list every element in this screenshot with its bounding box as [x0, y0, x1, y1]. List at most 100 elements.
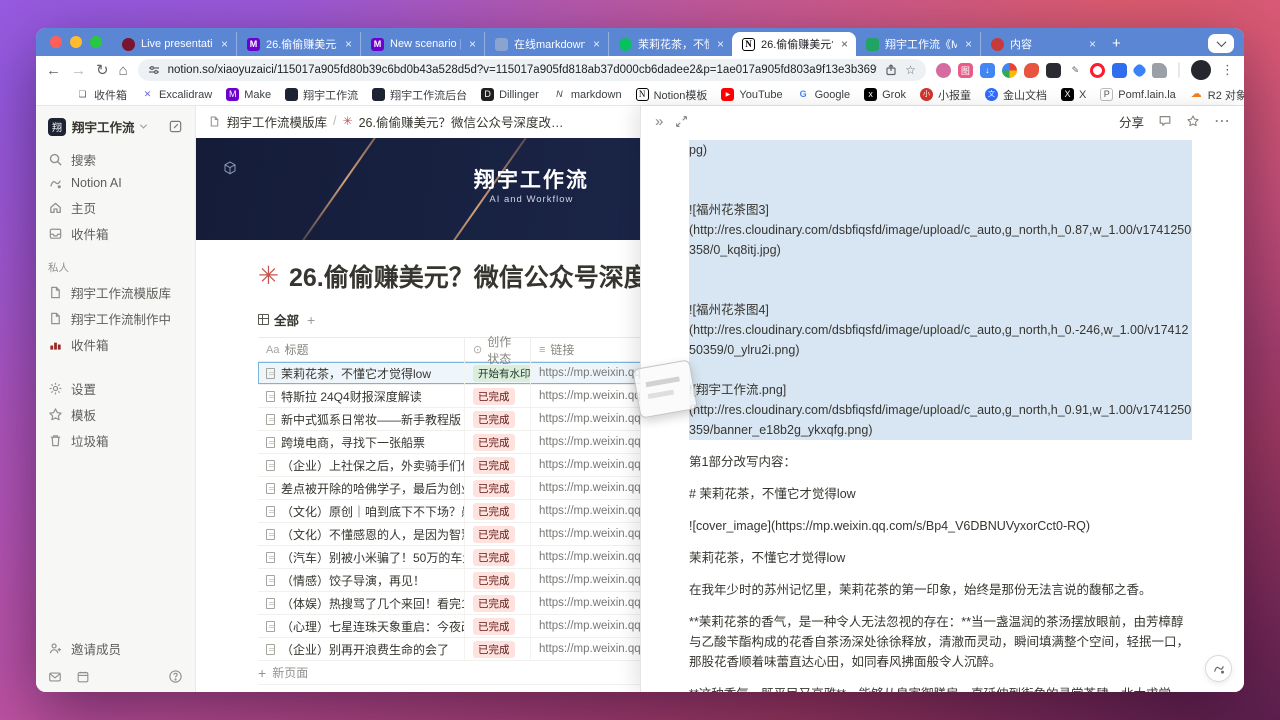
tab-close-icon[interactable]: × [963, 38, 974, 50]
bookmark-kdocs[interactable]: 文金山文档 [985, 87, 1047, 103]
text-block[interactable]: ![福州花茶图4] (http://res.cloudinary.com/dsb… [689, 300, 1192, 360]
notion-ai-button[interactable] [1205, 655, 1232, 682]
sidebar-item-inbox-db[interactable]: 收件箱 [44, 331, 187, 357]
bookmark-make[interactable]: MMake [226, 88, 271, 101]
back-button[interactable]: ← [46, 63, 61, 78]
text-block[interactable]: ![翔宇工作流.png] (http://res.cloudinary.com/… [689, 380, 1192, 440]
bookmark-notion-template[interactable]: NNotion模板 [636, 87, 708, 103]
tab-markdown-editor[interactable]: 在线markdown编辑器_… × [484, 32, 608, 56]
home-button[interactable]: ⌂ [119, 63, 128, 78]
dark-extension-icon[interactable] [1046, 63, 1061, 78]
bookmark-inbox[interactable]: ❏收件箱 [76, 87, 127, 103]
breadcrumb-current[interactable]: 26.偷偷赚美元？微信公众号深度改… [359, 112, 564, 131]
text-block[interactable]: **这种香气，既平民又高雅**，能够从皇家御膳房一直延伸到街角的寻常茶肆。北大求… [689, 684, 1192, 692]
view-tab-all[interactable]: 全部 [258, 310, 299, 329]
column-header-status[interactable]: ⊙创作状态 [465, 338, 531, 361]
text-block[interactable]: # 茉莉花茶，不懂它才觉得low [689, 484, 1192, 504]
tab-close-icon[interactable]: × [343, 38, 354, 50]
sidebar-item-template-library[interactable]: 翔宇工作流模版库 [44, 279, 187, 305]
download-extension-icon[interactable]: ↓ [980, 63, 995, 78]
mail-icon[interactable] [48, 670, 62, 684]
tab-make-new-scenario[interactable]: M New scenario | Make × [360, 32, 484, 56]
column-header-title[interactable]: Aa标题 [258, 338, 465, 361]
pencil-extension-icon[interactable]: ✎ [1068, 63, 1083, 78]
tab-close-icon[interactable]: × [219, 38, 230, 50]
text-block[interactable]: pg) [689, 140, 1192, 160]
sidebar-item-settings[interactable]: 设置 [44, 375, 187, 401]
close-peek-icon[interactable]: » [655, 113, 663, 130]
bookmark-x[interactable]: XX [1061, 88, 1086, 101]
peek-document-body[interactable]: pg) ![福州花茶图3] (http://res.cloudinary.com… [641, 136, 1244, 692]
share-button[interactable]: 分享 [1119, 112, 1144, 131]
text-block[interactable]: ![cover_image](https://mp.weixin.qq.com/… [689, 516, 1192, 536]
address-bar[interactable]: notion.so/xiaoyuzaici/115017a905fd80b39c… [138, 59, 926, 81]
breadcrumb-parent[interactable]: 翔宇工作流模版库 [227, 112, 327, 131]
reload-button[interactable]: ↻ [96, 63, 109, 78]
bookmark-xiaobaotong[interactable]: 小小报童 [920, 87, 971, 103]
bookmark-r2[interactable]: ☁R2 对象存储 [1190, 87, 1244, 103]
add-view-button[interactable]: + [307, 312, 315, 328]
bookmark-dillinger[interactable]: DDillinger [481, 88, 539, 101]
close-window-button[interactable] [50, 36, 62, 48]
bookmark-grok[interactable]: xGrok [864, 88, 906, 101]
tab-close-icon[interactable]: × [839, 38, 850, 50]
maximize-window-button[interactable] [90, 36, 102, 48]
extensions-puzzle-icon[interactable] [1152, 63, 1167, 78]
site-info-icon[interactable] [148, 64, 160, 76]
window-controls[interactable] [44, 28, 112, 56]
chrome-colors-extension-icon[interactable] [1002, 63, 1017, 78]
sidebar-item-inbox[interactable]: 收件箱 [44, 220, 187, 246]
tab-close-icon[interactable]: × [715, 38, 726, 50]
tab-make-scenario-1[interactable]: M 26.偷偷赚美元? 微信公… × [236, 32, 360, 56]
bookmark-youtube[interactable]: ▶YouTube [721, 88, 782, 101]
diamond-extension-icon[interactable] [1132, 62, 1148, 78]
tab-content[interactable]: 内容 × [980, 32, 1104, 56]
more-options-icon[interactable]: ⋯ [1214, 111, 1230, 131]
text-block[interactable]: ![福州花茶图3] (http://res.cloudinary.com/dsb… [689, 200, 1192, 260]
bookmark-markdown[interactable]: Nmarkdown [553, 88, 622, 101]
tab-wechat-article[interactable]: 茉莉花茶，不懂它才觉得… × [608, 32, 732, 56]
profile-avatar[interactable] [1191, 60, 1211, 80]
tab-live-presentation[interactable]: Live presentation — × [112, 32, 236, 56]
comments-icon[interactable] [1158, 114, 1172, 128]
text-block[interactable]: 在我年少时的苏州记忆里，茉莉花茶的第一印象，始终是那份无法言说的馥郁之香。 [689, 580, 1192, 600]
sidebar-item-home[interactable]: 主页 [44, 194, 187, 220]
tab-search-button[interactable] [1208, 34, 1234, 53]
forward-button[interactable]: → [71, 63, 86, 78]
sidebar-item-trash[interactable]: 垃圾箱 [44, 427, 187, 453]
tab-make-course[interactable]: 翔宇工作流《Make基础… × [856, 32, 980, 56]
sidebar-item-in-progress[interactable]: 翔宇工作流制作中 [44, 305, 187, 331]
bookmark-google[interactable]: GGoogle [797, 88, 850, 101]
opera-extension-icon[interactable] [1090, 63, 1105, 78]
help-icon[interactable] [168, 669, 183, 684]
text-block[interactable]: **茉莉花茶的香气，是一种令人无法忽视的存在：**当一盏温润的茶汤摆放眼前，由芳… [689, 612, 1192, 672]
column-calculation[interactable]: 非空白100% [258, 685, 530, 692]
tab-notion-active[interactable]: N 26.偷偷赚美元? 微信公… × [732, 32, 856, 56]
image-extension-icon[interactable]: 图 [958, 63, 973, 78]
text-block[interactable]: 第1部分改写内容： [689, 452, 1192, 472]
sidebar-item-search[interactable]: 搜索 [44, 146, 187, 172]
text-block[interactable]: 茉莉花茶，不懂它才觉得low [689, 548, 1192, 568]
browser-menu-icon[interactable]: ⋮ [1221, 62, 1234, 78]
flower-extension-icon[interactable] [936, 63, 951, 78]
invite-members-button[interactable]: 邀请成员 [44, 635, 187, 661]
calendar-icon[interactable] [76, 670, 90, 684]
workspace-switcher[interactable]: 翔 翔宇工作流 [44, 114, 187, 146]
expand-page-icon[interactable] [675, 115, 688, 128]
minimize-window-button[interactable] [70, 36, 82, 48]
compose-icon[interactable] [168, 119, 183, 134]
bookmark-xiangyu[interactable]: 翔宇工作流 [285, 87, 358, 103]
new-tab-button[interactable]: + [1112, 35, 1121, 52]
favorite-star-icon[interactable] [1186, 114, 1200, 128]
sidebar-item-notion-ai[interactable]: Notion AI [44, 172, 187, 194]
bookmark-star-icon[interactable]: ☆ [905, 63, 916, 77]
bookmark-pomf[interactable]: PPomf.lain.la [1100, 88, 1175, 101]
tab-close-icon[interactable]: × [591, 38, 602, 50]
bookmark-excalidraw[interactable]: ✕Excalidraw [141, 88, 212, 101]
bookmark-xiangyu-admin[interactable]: 翔宇工作流后台 [372, 87, 467, 103]
tab-close-icon[interactable]: × [1087, 38, 1098, 50]
docs-extension-icon[interactable] [1112, 63, 1127, 78]
red-extension-icon[interactable] [1024, 63, 1039, 78]
sidebar-item-templates[interactable]: 模板 [44, 401, 187, 427]
share-icon[interactable] [885, 64, 897, 76]
